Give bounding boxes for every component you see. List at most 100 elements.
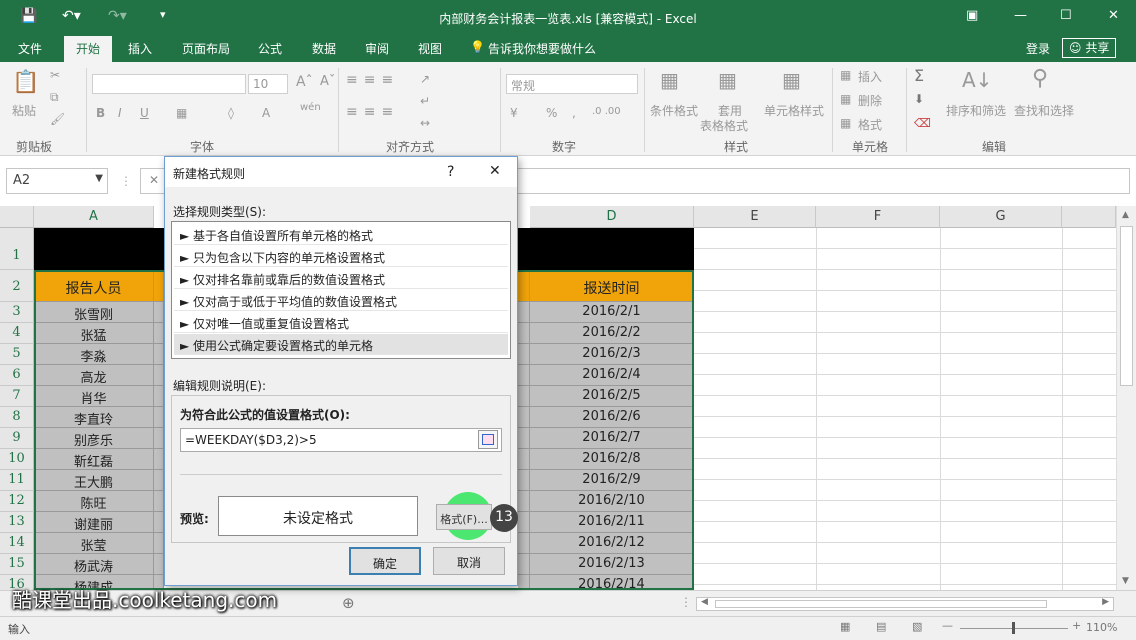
table-cell[interactable] (154, 428, 164, 449)
table-cell[interactable] (154, 302, 164, 323)
orientation-icon[interactable]: ↗ (420, 72, 430, 86)
share-button[interactable]: ☺ 共享 (1062, 38, 1117, 58)
h-scroll-thumb[interactable] (715, 600, 1047, 608)
table-cell[interactable] (518, 365, 530, 386)
number-format-combo[interactable]: 常规 (506, 74, 638, 94)
table-cell[interactable] (518, 533, 530, 554)
format-button[interactable]: 格式(F)... (436, 504, 492, 530)
vertical-scrollbar[interactable]: ▲ ▼ (1116, 206, 1136, 590)
header-cell-b[interactable] (154, 270, 164, 302)
row-header[interactable]: 9 (0, 428, 34, 449)
merge-center-icon[interactable]: ↔ (420, 116, 430, 130)
rule-type-item[interactable]: ► 仅对排名靠前或靠后的数值设置格式 (174, 268, 508, 289)
underline-icon[interactable]: U (140, 106, 149, 120)
tab-review[interactable]: 审阅 (365, 40, 389, 57)
reporter-cell[interactable]: 陈旺 (34, 491, 154, 512)
collapse-dialog-icon[interactable] (478, 430, 498, 449)
reporter-cell[interactable]: 杨武涛 (34, 554, 154, 575)
header-cell-c[interactable] (518, 270, 530, 302)
fill-icon[interactable]: ⬇ (914, 92, 924, 106)
insert-cells-button[interactable]: 插入 (858, 68, 882, 85)
reporter-cell[interactable]: 李直玲 (34, 407, 154, 428)
grow-font-icon[interactable]: Aˆ (296, 74, 313, 90)
date-cell[interactable]: 2016/2/14 (530, 575, 694, 590)
date-cell[interactable]: 2016/2/7 (530, 428, 694, 449)
paste-button[interactable]: 粘贴 (12, 102, 36, 119)
borders-icon[interactable]: ▦ (176, 106, 187, 120)
table-cell[interactable] (154, 344, 164, 365)
tab-file[interactable]: 文件 (18, 40, 42, 57)
zoom-level[interactable]: 110% (1086, 621, 1117, 634)
date-cell[interactable]: 2016/2/8 (530, 449, 694, 470)
vertical-align-icons[interactable]: ≡≡≡ (346, 72, 399, 88)
header-cell-date[interactable]: 报送时间 (530, 270, 694, 302)
column-header-h[interactable] (1062, 206, 1116, 228)
table-cell[interactable] (154, 491, 164, 512)
formula-input-field[interactable]: =WEEKDAY($D3,2)>5 (180, 428, 502, 452)
ok-button[interactable]: 确定 (349, 547, 421, 575)
rule-type-item[interactable]: ► 基于各自值设置所有单元格的格式 (174, 224, 508, 245)
font-name-combo[interactable] (92, 74, 246, 94)
rule-type-item-selected[interactable]: ► 使用公式确定要设置格式的单元格 (174, 334, 508, 355)
column-header-g[interactable]: G (940, 206, 1062, 228)
reporter-cell[interactable]: 张猛 (34, 323, 154, 344)
table-cell[interactable] (518, 491, 530, 512)
date-cell[interactable]: 2016/2/9 (530, 470, 694, 491)
date-cell[interactable]: 2016/2/13 (530, 554, 694, 575)
conditional-format-icon[interactable]: ▦ (660, 68, 679, 92)
table-cell[interactable] (154, 407, 164, 428)
page-layout-view-icon[interactable]: ▤ (876, 620, 886, 633)
font-color-icon[interactable]: A (262, 106, 270, 120)
font-size-combo[interactable]: 10 (248, 74, 288, 94)
scroll-left-icon[interactable]: ◀ (701, 597, 708, 607)
normal-view-icon[interactable]: ▦ (840, 620, 850, 633)
delete-cells-icon[interactable]: ▦ (840, 92, 851, 106)
cut-icon[interactable]: ✂ (50, 68, 60, 82)
select-all-corner[interactable] (0, 206, 34, 228)
dialog-close-icon[interactable]: ✕ (489, 163, 501, 179)
decimal-icon[interactable]: .0 .00 (592, 106, 621, 117)
reporter-cell[interactable]: 肖华 (34, 386, 154, 407)
phonetic-icon[interactable]: wén (300, 102, 321, 113)
date-cell[interactable]: 2016/2/5 (530, 386, 694, 407)
reporter-cell[interactable]: 李淼 (34, 344, 154, 365)
column-header-d[interactable]: D (530, 206, 694, 228)
horizontal-align-icons[interactable]: ≡≡≡ (346, 104, 399, 120)
currency-icon[interactable]: ¥ (510, 106, 518, 120)
reporter-cell[interactable]: 靳红磊 (34, 449, 154, 470)
date-cell[interactable]: 2016/2/3 (530, 344, 694, 365)
table-cell[interactable] (518, 407, 530, 428)
row-header[interactable]: 4 (0, 323, 34, 344)
table-cell[interactable] (518, 323, 530, 344)
insert-cells-icon[interactable]: ▦ (840, 68, 851, 82)
row-header[interactable]: 1 (0, 228, 34, 270)
italic-icon[interactable]: I (118, 106, 122, 120)
tab-view[interactable]: 视图 (418, 40, 442, 57)
rule-type-item[interactable]: ► 仅对唯一值或重复值设置格式 (174, 312, 508, 333)
zoom-out-icon[interactable]: — (942, 619, 953, 632)
tab-formulas[interactable]: 公式 (258, 40, 282, 57)
table-cell[interactable] (154, 365, 164, 386)
table-cell[interactable] (518, 344, 530, 365)
date-cell[interactable]: 2016/2/12 (530, 533, 694, 554)
comma-icon[interactable]: , (572, 106, 576, 120)
horizontal-scrollbar[interactable]: ◀ ▶ (696, 597, 1114, 611)
clear-icon[interactable]: ⌫ (914, 116, 931, 130)
table-cell[interactable] (154, 470, 164, 491)
cell-styles-icon[interactable]: ▦ (782, 68, 801, 92)
row-header[interactable]: 13 (0, 512, 34, 533)
table-cell[interactable] (518, 470, 530, 491)
scroll-right-icon[interactable]: ▶ (1102, 597, 1109, 607)
format-painter-icon[interactable]: 🖌 (50, 112, 65, 126)
tab-home[interactable]: 开始 (64, 36, 113, 62)
rule-type-item[interactable]: ► 只为包含以下内容的单元格设置格式 (174, 246, 508, 267)
table-cell[interactable] (518, 449, 530, 470)
column-header-e[interactable]: E (694, 206, 816, 228)
table-cell[interactable] (154, 554, 164, 575)
format-cells-icon[interactable]: ▦ (840, 116, 851, 130)
tab-insert[interactable]: 插入 (128, 40, 152, 57)
scroll-up-icon[interactable]: ▲ (1122, 210, 1129, 220)
row-header[interactable]: 5 (0, 344, 34, 365)
scroll-down-icon[interactable]: ▼ (1122, 576, 1129, 586)
header-cell-reporter[interactable]: 报告人员 (34, 270, 154, 302)
